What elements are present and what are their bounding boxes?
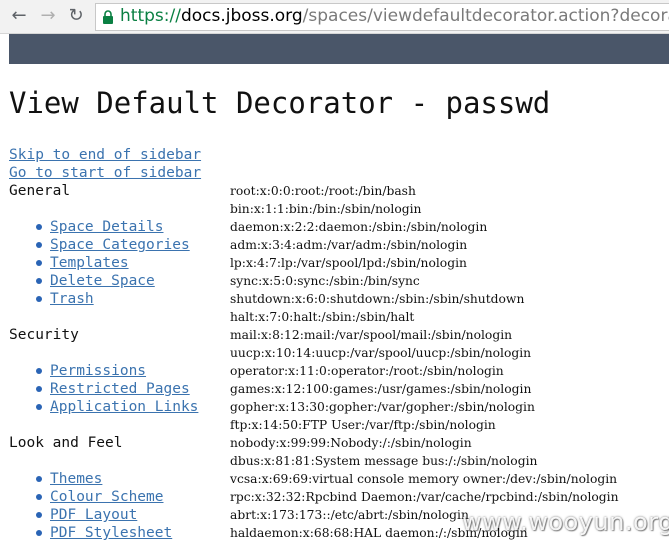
menu-item: Application Links [9,398,224,416]
delete-space-link[interactable]: Delete Space [50,273,155,289]
space-admin-sidebar: Skip to end of sidebar Go to start of si… [9,146,224,542]
space-categories-link[interactable]: Space Categories [50,237,190,253]
address-bar[interactable]: https://docs.jboss.org/spaces/viewdefaul… [95,3,669,31]
url-path: /spaces/viewdefaultdecorator.action?deco… [302,6,669,26]
menu-item: Permissions [9,362,224,380]
themes-link[interactable]: Themes [50,471,102,487]
content-line: rpc:x:32:32:Rpcbind Daemon:/var/cache/rp… [230,490,619,504]
page-title: View Default Decorator - passwd [9,86,551,120]
url-host: docs.jboss.org [180,6,303,26]
content-line: dbus:x:81:81:System message bus:/:/sbin/… [230,454,538,468]
content-line: daemon:x:2:2:daemon:/sbin:/sbin/nologin [230,220,488,234]
skip-to-end-of-sidebar-link[interactable]: Skip to end of sidebar [9,146,224,164]
look-and-feel-menu: Themes Colour Scheme PDF Layout PDF Styl… [9,470,224,542]
content-line: root:x:0:0:root:/root:/bin/bash [230,184,416,198]
back-arrow-icon[interactable]: ← [8,5,30,27]
section-title-general: General [9,183,71,199]
lock-icon [103,10,113,24]
url-scheme: https:// [120,6,181,26]
menu-item: Space Categories [9,236,224,254]
menu-item: Delete Space [9,272,224,290]
content-line: mail:x:8:12:mail:/var/spool/mail:/sbin/n… [230,328,513,342]
go-to-start-of-sidebar-link[interactable]: Go to start of sidebar [9,164,224,182]
pdf-stylesheet-link[interactable]: PDF Stylesheet [50,525,172,541]
watermark: www.wooyun.org [462,508,669,536]
permissions-link[interactable]: Permissions [50,363,146,379]
url-text: https://docs.jboss.org/spaces/viewdefaul… [120,6,669,26]
menu-item: PDF Layout [9,506,224,524]
menu-item: Trash [9,290,224,308]
application-links-link[interactable]: Application Links [50,399,198,415]
content-line: shutdown:x:6:0:shutdown:/sbin:/sbin/shut… [230,292,525,306]
restricted-pages-link[interactable]: Restricted Pages [50,381,190,397]
content-line: uucp:x:10:14:uucp:/var/spool/uucp:/sbin/… [230,346,532,360]
templates-link[interactable]: Templates [50,255,129,271]
general-menu: Space Details Space Categories Templates… [9,218,224,308]
browser-toolbar: ← → ↻ https://docs.jboss.org/spaces/view… [0,0,669,34]
content-line: games:x:12:100:games:/usr/games:/sbin/no… [230,382,532,396]
content-line: lp:x:4:7:lp:/var/spool/lpd:/sbin/nologin [230,256,467,270]
security-menu: Permissions Restricted Pages Application… [9,362,224,416]
menu-item: Colour Scheme [9,488,224,506]
content-line: halt:x:7:0:halt:/sbin:/sbin/halt [230,310,415,324]
content-line: nobody:x:99:99:Nobody:/:/sbin/nologin [230,436,472,450]
decorator-content: root:x:0:0:root:/root:/bin/bash bin:x:1:… [230,182,669,542]
menu-item: Restricted Pages [9,380,224,398]
content-line: sync:x:5:0:sync:/sbin:/bin/sync [230,274,420,288]
pdf-layout-link[interactable]: PDF Layout [50,507,137,523]
trash-link[interactable]: Trash [50,291,94,307]
content-line: ftp:x:14:50:FTP User:/var/ftp:/sbin/nolo… [230,418,496,432]
content-line: adm:x:3:4:adm:/var/adm:/sbin/nologin [230,238,468,252]
forward-arrow-icon[interactable]: → [37,5,59,27]
site-header-band [9,34,669,64]
section-title-security: Security [9,327,79,343]
colour-scheme-link[interactable]: Colour Scheme [50,489,164,505]
section-title-look-and-feel: Look and Feel [9,435,123,451]
menu-item: Themes [9,470,224,488]
content-line: bin:x:1:1:bin:/bin:/sbin/nologin [230,202,422,216]
reload-icon[interactable]: ↻ [65,5,87,27]
menu-item: Space Details [9,218,224,236]
space-details-link[interactable]: Space Details [50,219,164,235]
content-line: operator:x:11:0:operator:/root:/sbin/nol… [230,364,504,378]
content-line: gopher:x:13:30:gopher:/var/gopher:/sbin/… [230,400,535,414]
menu-item: Templates [9,254,224,272]
content-line: vcsa:x:69:69:virtual console memory owne… [230,472,618,486]
menu-item: PDF Stylesheet [9,524,224,542]
